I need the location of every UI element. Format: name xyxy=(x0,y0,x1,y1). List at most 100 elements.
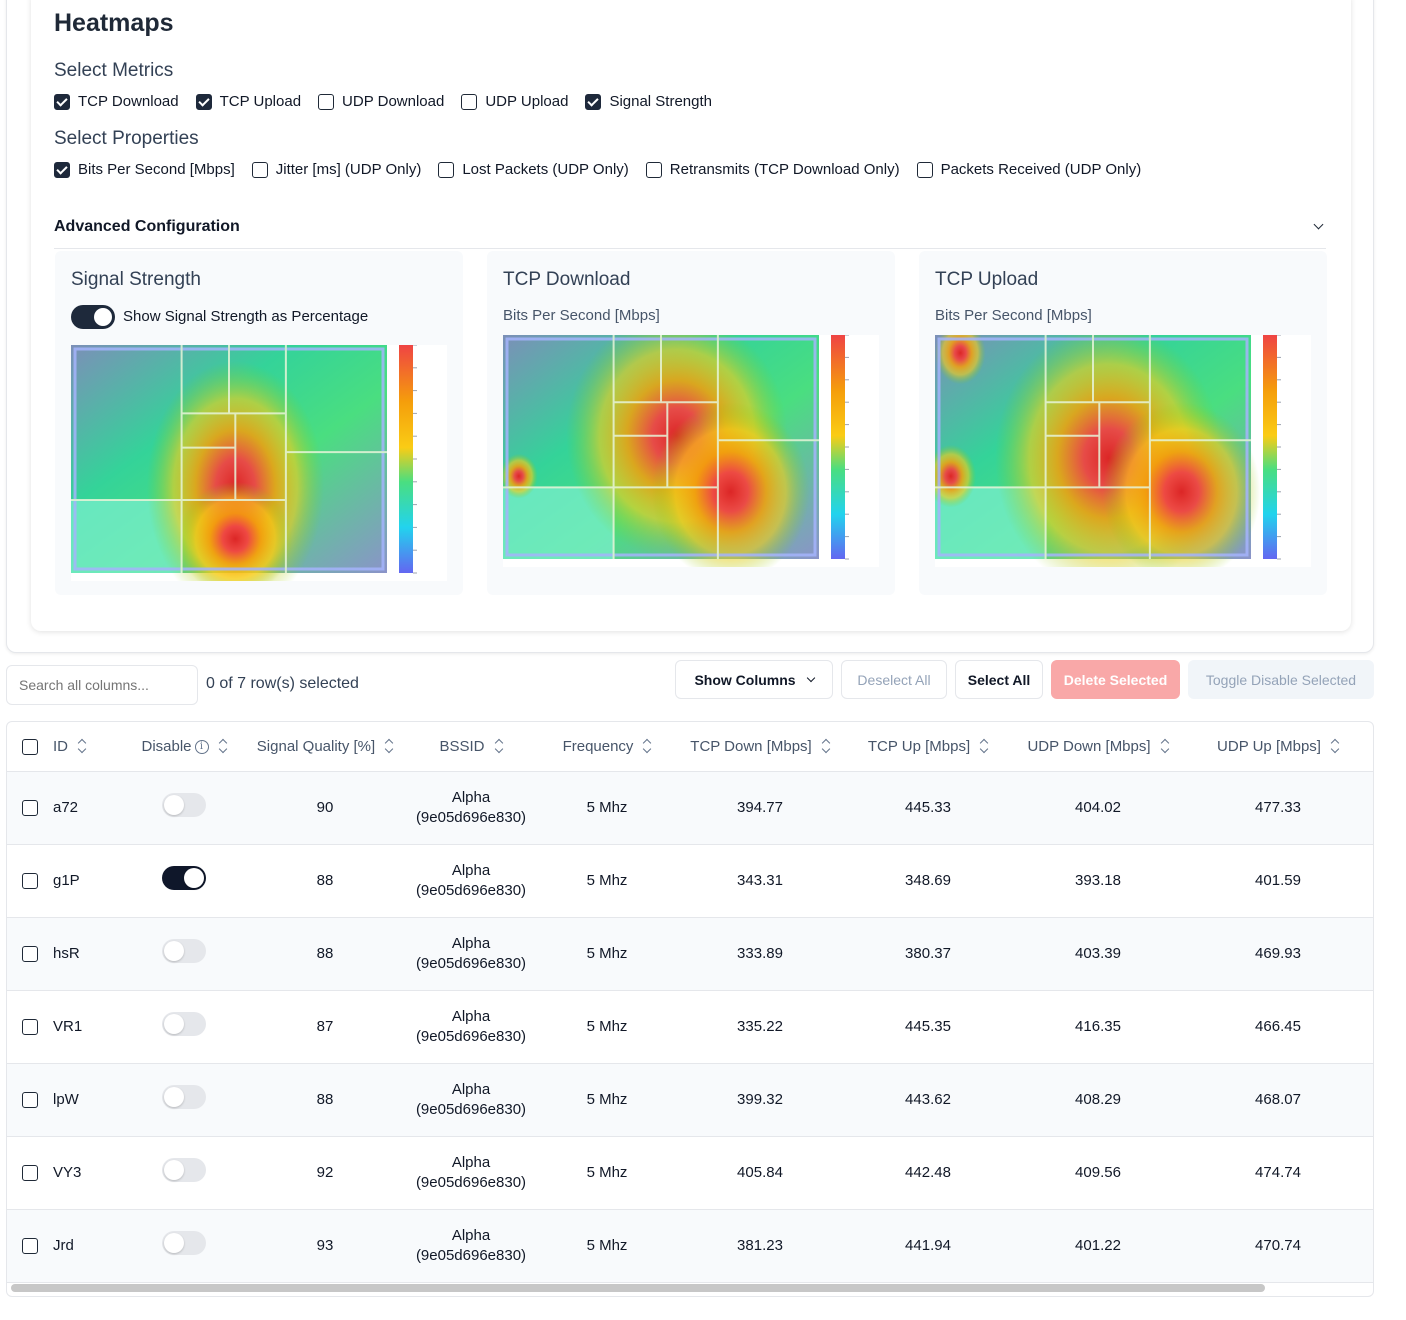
checkbox-item[interactable]: TCP Upload xyxy=(195,93,301,110)
udp-up-cell: 470.74 xyxy=(1255,1236,1301,1254)
udp-down-cell: 403.39 xyxy=(1075,944,1121,962)
checkbox-item[interactable]: UDP Upload xyxy=(461,93,568,110)
sort-icon[interactable] xyxy=(822,740,830,752)
checkbox-item[interactable]: UDP Download xyxy=(318,93,444,110)
bssid-mac: (9e05d696e830) xyxy=(415,808,527,826)
signal-quality-column-header[interactable]: Signal Quality [%] xyxy=(243,722,407,772)
checkbox-item[interactable]: Bits Per Second [Mbps] xyxy=(54,161,235,178)
checkbox-item[interactable]: TCP Download xyxy=(54,93,179,110)
toggle-disable-selected-button[interactable]: Toggle Disable Selected xyxy=(1188,660,1374,699)
row-id: g1P xyxy=(53,871,80,889)
table-row[interactable]: a72 90 Alpha (9e05d696e830) 5 Mhz 394.77 445.3… xyxy=(7,771,1373,844)
freq-cell: 5 Mhz xyxy=(586,1163,628,1181)
tcp-down-cell: 405.84 xyxy=(737,1163,783,1181)
horizontal-scrollbar[interactable] xyxy=(11,1284,1265,1292)
row-id: VR1 xyxy=(53,1017,83,1035)
checkbox-item[interactable]: Lost Packets (UDP Only) xyxy=(438,161,629,178)
checkbox[interactable] xyxy=(461,93,478,110)
sort-icon[interactable] xyxy=(495,740,503,752)
advanced-configuration-toggle[interactable]: Advanced Configuration xyxy=(54,205,1326,249)
checkbox[interactable] xyxy=(585,93,602,110)
disable-toggle[interactable] xyxy=(162,1230,206,1255)
checkbox[interactable] xyxy=(318,93,335,110)
bssid-mac: (9e05d696e830) xyxy=(415,1027,527,1045)
checkbox[interactable] xyxy=(251,161,268,178)
disable-column-header[interactable]: Disable i xyxy=(125,722,243,772)
tcp-up-cell: 445.33 xyxy=(905,798,951,816)
table-row[interactable]: VR1 87 Alpha (9e05d696e830) 5 Mhz 335.22 445.3… xyxy=(7,990,1373,1063)
tcp-down-column-header[interactable]: TCP Down [Mbps] xyxy=(679,722,841,772)
tcp-download-heatmap xyxy=(503,335,879,567)
row-id: lpW xyxy=(53,1090,79,1108)
sort-icon[interactable] xyxy=(980,740,988,752)
sort-icon[interactable] xyxy=(385,740,393,752)
checkbox-item[interactable]: Packets Received (UDP Only) xyxy=(916,161,1141,178)
chevron-down-icon xyxy=(806,673,815,682)
checkbox[interactable] xyxy=(438,161,455,178)
disable-toggle[interactable] xyxy=(162,1084,206,1109)
delete-selected-button[interactable]: Delete Selected xyxy=(1051,660,1180,699)
sort-icon[interactable] xyxy=(219,740,227,752)
checkbox[interactable] xyxy=(195,93,212,110)
bssid-column-header[interactable]: BSSID xyxy=(407,722,535,772)
disable-toggle[interactable] xyxy=(162,792,206,817)
info-icon[interactable]: i xyxy=(194,739,209,754)
udp-down-cell: 393.18 xyxy=(1075,871,1121,889)
checkbox[interactable] xyxy=(54,93,70,110)
chevron-down-icon xyxy=(1313,219,1324,230)
bssid-mac: (9e05d696e830) xyxy=(415,1100,527,1118)
checkbox-label: UDP Download xyxy=(342,93,445,110)
checkbox-label: Bits Per Second [Mbps] xyxy=(78,161,235,178)
checkbox-item[interactable]: Retransmits (TCP Download Only) xyxy=(645,161,900,178)
panel-subtitle: Bits Per Second [Mbps] xyxy=(935,307,1092,324)
show-columns-button[interactable]: Show Columns xyxy=(675,660,833,699)
disable-toggle[interactable] xyxy=(162,1011,206,1036)
freq-cell: 5 Mhz xyxy=(586,871,628,889)
sort-icon[interactable] xyxy=(643,740,651,752)
table-row[interactable]: Jrd 93 Alpha (9e05d696e830) 5 Mhz 381.23 441.9… xyxy=(7,1209,1373,1282)
row-checkbox[interactable] xyxy=(22,872,38,889)
search-input[interactable] xyxy=(6,665,198,705)
row-checkbox[interactable] xyxy=(22,1237,38,1254)
checkbox-label: TCP Download xyxy=(78,93,179,110)
row-id: Jrd xyxy=(53,1236,74,1254)
checkbox[interactable] xyxy=(54,161,70,178)
row-checkbox[interactable] xyxy=(22,1018,38,1035)
disable-toggle[interactable] xyxy=(162,1157,206,1182)
table-row[interactable]: hsR 88 Alpha (9e05d696e830) 5 Mhz 333.89 380.3… xyxy=(7,917,1373,990)
disable-toggle[interactable] xyxy=(162,865,206,890)
row-checkbox[interactable] xyxy=(22,945,38,962)
sort-icon[interactable] xyxy=(78,740,86,752)
frequency-header-label: Frequency xyxy=(562,737,634,755)
checkbox-item[interactable]: Jitter [ms] (UDP Only) xyxy=(251,161,421,178)
select-all-checkbox[interactable] xyxy=(22,738,38,755)
tcp-up-column-header[interactable]: TCP Up [Mbps] xyxy=(841,722,1015,772)
row-id: hsR xyxy=(53,944,80,962)
id-column-header[interactable]: ID xyxy=(53,722,125,772)
checkbox-item[interactable]: Signal Strength xyxy=(585,93,712,110)
row-checkbox[interactable] xyxy=(22,1091,38,1108)
percentage-toggle[interactable] xyxy=(71,305,115,329)
table-row[interactable]: lpW 88 Alpha (9e05d696e830) 5 Mhz 399.32 443.6… xyxy=(7,1063,1373,1136)
deselect-all-button[interactable]: Deselect All xyxy=(841,660,947,699)
heatmaps-card: Heatmaps Select Metrics TCP Download TCP … xyxy=(31,0,1351,631)
checkbox[interactable] xyxy=(916,161,933,178)
sort-icon[interactable] xyxy=(1161,740,1169,752)
tcp-down-cell: 394.77 xyxy=(737,798,783,816)
row-checkbox[interactable] xyxy=(22,799,38,816)
disable-toggle[interactable] xyxy=(162,938,206,963)
table-row[interactable]: VY3 92 Alpha (9e05d696e830) 5 Mhz 405.84 442.4… xyxy=(7,1136,1373,1209)
row-checkbox[interactable] xyxy=(22,1164,38,1181)
checkbox[interactable] xyxy=(645,161,662,178)
frequency-column-header[interactable]: Frequency xyxy=(535,722,679,772)
checkbox-label: Lost Packets (UDP Only) xyxy=(462,161,629,178)
udp-up-column-header[interactable]: UDP Up [Mbps] xyxy=(1181,722,1373,772)
sort-icon[interactable] xyxy=(1331,740,1339,752)
id-header-label: ID xyxy=(53,737,68,755)
select-all-button[interactable]: Select All xyxy=(955,660,1043,699)
udp-up-cell: 466.45 xyxy=(1255,1017,1301,1035)
select-all-header[interactable] xyxy=(7,722,53,772)
udp-down-column-header[interactable]: UDP Down [Mbps] xyxy=(1015,722,1181,772)
table-row[interactable]: g1P 88 Alpha (9e05d696e830) 5 Mhz 343.31 348.6… xyxy=(7,844,1373,917)
freq-cell: 5 Mhz xyxy=(586,944,628,962)
